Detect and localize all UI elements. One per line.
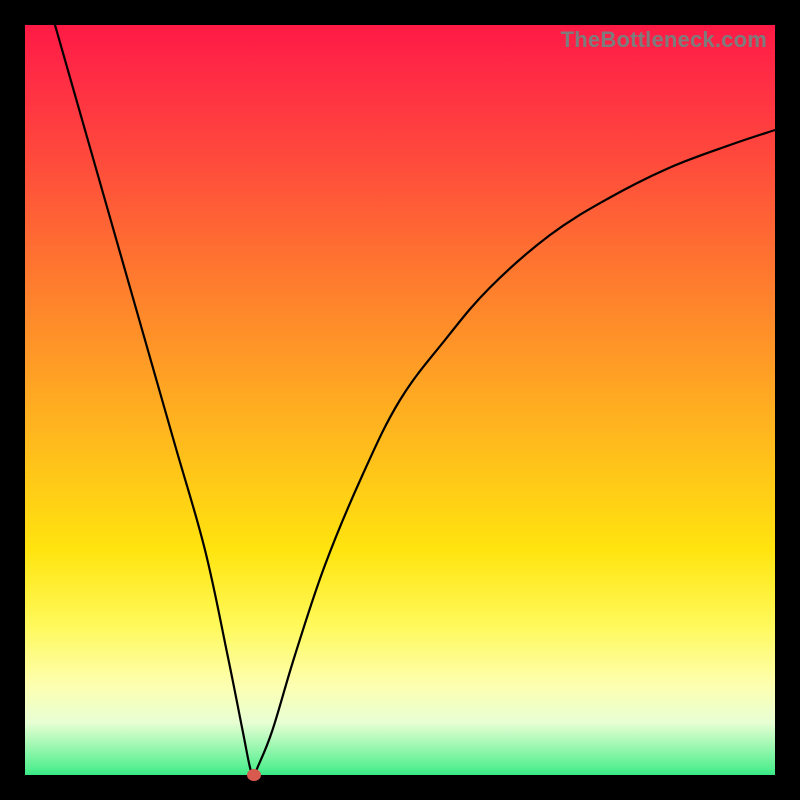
minimum-marker	[247, 769, 261, 781]
chart-frame: TheBottleneck.com	[0, 0, 800, 800]
bottleneck-curve	[25, 25, 775, 775]
plot-area: TheBottleneck.com	[25, 25, 775, 775]
